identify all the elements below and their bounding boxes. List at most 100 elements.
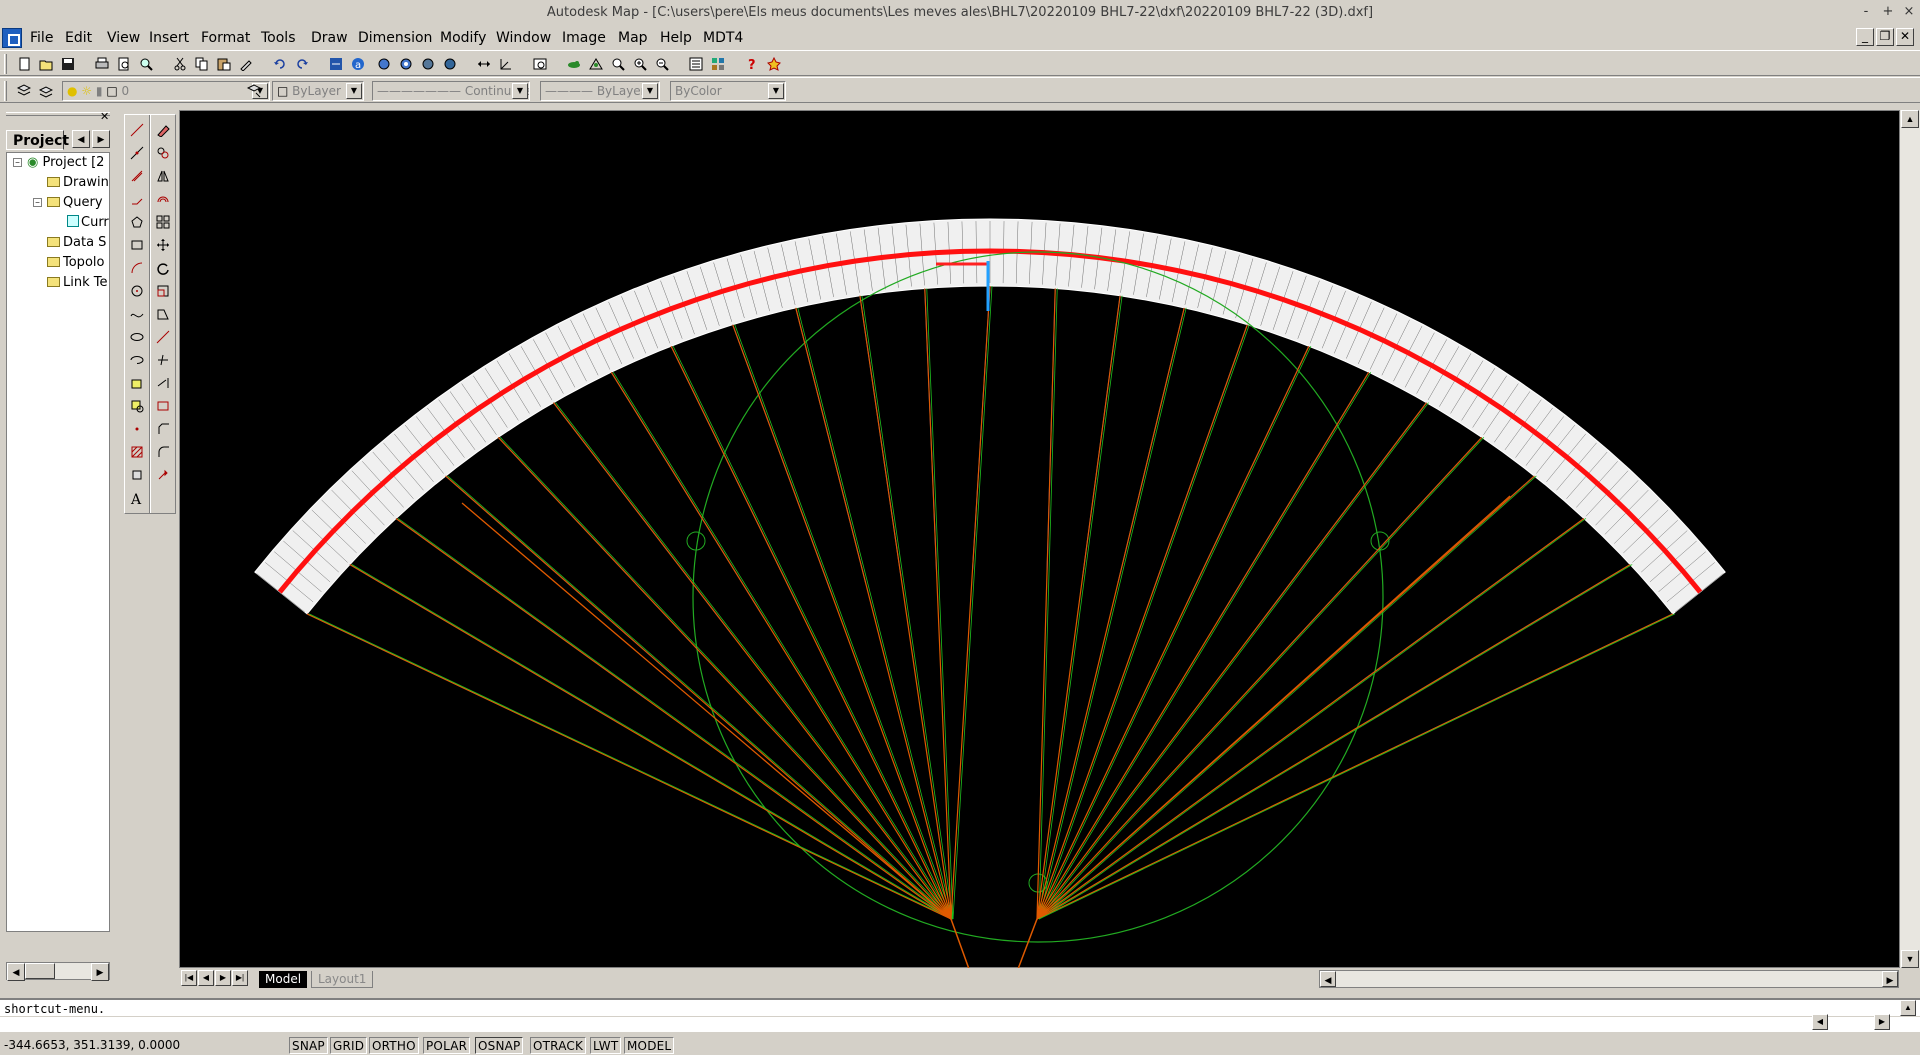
canvas-vertical-scrollbar[interactable]: ▲ ▼ <box>1900 110 1920 968</box>
maximize-button[interactable]: + <box>1878 3 1898 21</box>
zoom-previous-icon[interactable] <box>440 54 460 74</box>
command-scroll-up-icon[interactable]: ▲ <box>1900 1000 1916 1016</box>
tab-scroll-left-icon[interactable]: ◀ <box>72 130 90 148</box>
trim-icon[interactable] <box>152 349 174 371</box>
3dorbit-icon[interactable] <box>586 54 606 74</box>
collapse-icon[interactable]: − <box>33 198 42 207</box>
extend-icon[interactable] <box>152 372 174 394</box>
print-icon[interactable] <box>92 54 112 74</box>
object-icon[interactable] <box>564 54 584 74</box>
layer-dropdown[interactable]: ● ☼ ▮ □ 0 ▼ <box>62 81 270 101</box>
scroll-right-icon[interactable]: ▶ <box>1882 971 1898 987</box>
new-icon[interactable] <box>14 54 34 74</box>
spline-icon[interactable] <box>126 303 148 325</box>
tree-item-link-templates[interactable]: Link Te <box>47 275 107 290</box>
tree-item-project[interactable]: ◉ Project [2 <box>27 155 104 170</box>
menu-modify[interactable]: Modify <box>440 30 486 46</box>
first-tab-icon[interactable]: |◀ <box>181 970 197 986</box>
polar-toggle[interactable]: POLAR <box>423 1037 471 1054</box>
undo-icon[interactable] <box>270 54 290 74</box>
doc-minimize-button[interactable]: _ <box>1856 28 1874 46</box>
dropdown-arrow-icon[interactable]: ▼ <box>346 83 362 99</box>
scroll-thumb[interactable] <box>25 963 55 979</box>
stretch-icon[interactable] <box>152 303 174 325</box>
grid-toggle[interactable]: GRID <box>330 1037 368 1054</box>
command-input[interactable] <box>0 1016 1920 1032</box>
paste-icon[interactable] <box>214 54 234 74</box>
insert-block-icon[interactable] <box>126 372 148 394</box>
copy-object-icon[interactable] <box>152 142 174 164</box>
osnap-toggle[interactable]: OSNAP <box>475 1037 524 1054</box>
close-button[interactable]: × <box>1899 3 1919 21</box>
panel-grip[interactable] <box>6 112 110 116</box>
tree-horizontal-scrollbar[interactable]: ◀ ▶ <box>6 962 110 981</box>
linetype-dropdown[interactable]: ——————— Continuous ▼ <box>372 81 530 101</box>
aerial-view-icon[interactable] <box>530 54 550 74</box>
redo-icon[interactable] <box>292 54 312 74</box>
chamfer-icon[interactable] <box>152 418 174 440</box>
menu-format[interactable]: Format <box>201 30 250 46</box>
drawing-canvas[interactable] <box>179 110 1900 969</box>
match-properties-icon[interactable] <box>236 54 256 74</box>
fillet-icon[interactable] <box>152 441 174 463</box>
polyline-icon[interactable] <box>126 188 148 210</box>
make-block-icon[interactable] <box>126 395 148 417</box>
lengthen-icon[interactable] <box>152 326 174 348</box>
zoom-out-icon[interactable] <box>652 54 672 74</box>
tree-item-topologies[interactable]: Topolo <box>47 255 104 270</box>
menu-image[interactable]: Image <box>562 30 606 46</box>
layer-previous-icon[interactable] <box>36 81 56 101</box>
ellipse-icon[interactable] <box>126 326 148 348</box>
ellipse-arc-icon[interactable] <box>126 349 148 371</box>
scroll-up-icon[interactable]: ▲ <box>1901 110 1919 128</box>
layer-manager-icon[interactable] <box>14 81 34 101</box>
menu-tools[interactable]: Tools <box>261 30 296 46</box>
offset-icon[interactable] <box>152 188 174 210</box>
tab-layout1[interactable]: Layout1 <box>311 971 374 988</box>
mirror-icon[interactable] <box>152 165 174 187</box>
tab-model[interactable]: Model <box>259 971 308 988</box>
otrack-toggle[interactable]: OTRACK <box>530 1037 587 1054</box>
lineweight-dropdown[interactable]: ———— ByLayer ▼ <box>540 81 660 101</box>
command-scroll-left-icon[interactable]: ◀ <box>1812 1014 1828 1030</box>
arc-icon[interactable] <box>126 257 148 279</box>
menu-dimension[interactable]: Dimension <box>358 30 432 46</box>
command-scroll-right-icon[interactable]: ▶ <box>1874 1014 1890 1030</box>
hatch-icon[interactable] <box>126 441 148 463</box>
menu-mdt4[interactable]: MDT4 <box>703 30 743 46</box>
help-icon[interactable]: ? <box>742 54 762 74</box>
doc-close-button[interactable]: ✕ <box>1896 28 1914 46</box>
color-dropdown[interactable]: □ ByLayer ▼ <box>272 81 364 101</box>
collapse-icon[interactable]: − <box>13 158 22 167</box>
dist-icon[interactable] <box>474 54 494 74</box>
dropdown-arrow-icon[interactable]: ▼ <box>512 83 528 99</box>
plotstyle-dropdown[interactable]: ByColor ▼ <box>670 81 786 101</box>
break-icon[interactable] <box>152 395 174 417</box>
lwt-toggle[interactable]: LWT <box>590 1037 622 1054</box>
open-icon[interactable] <box>36 54 56 74</box>
scroll-down-icon[interactable]: ▼ <box>1901 950 1919 968</box>
construction-line-icon[interactable] <box>126 142 148 164</box>
zoom-extents-icon[interactable] <box>608 54 628 74</box>
polygon-icon[interactable] <box>126 211 148 233</box>
hyperlink-icon[interactable] <box>326 54 346 74</box>
pan-icon[interactable] <box>374 54 394 74</box>
browser-icon[interactable]: a <box>348 54 368 74</box>
zoom-in-icon[interactable] <box>630 54 650 74</box>
scale-icon[interactable] <box>152 280 174 302</box>
toolbar-grip[interactable] <box>4 54 7 74</box>
last-tab-icon[interactable]: ▶| <box>232 970 248 986</box>
region-icon[interactable] <box>126 464 148 486</box>
scroll-left-icon[interactable]: ◀ <box>1320 971 1336 987</box>
save-icon[interactable] <box>58 54 78 74</box>
make-current-icon[interactable] <box>244 81 264 101</box>
rotate-icon[interactable] <box>152 257 174 279</box>
scroll-left-icon[interactable]: ◀ <box>7 963 25 981</box>
line-icon[interactable] <box>126 119 148 141</box>
menu-file[interactable]: File <box>30 30 53 46</box>
zoom-window-icon[interactable] <box>418 54 438 74</box>
app-icon[interactable] <box>2 28 22 48</box>
tab-project[interactable]: Project <box>6 130 69 150</box>
plot-icon[interactable] <box>136 54 156 74</box>
minimize-button[interactable]: - <box>1856 3 1876 21</box>
